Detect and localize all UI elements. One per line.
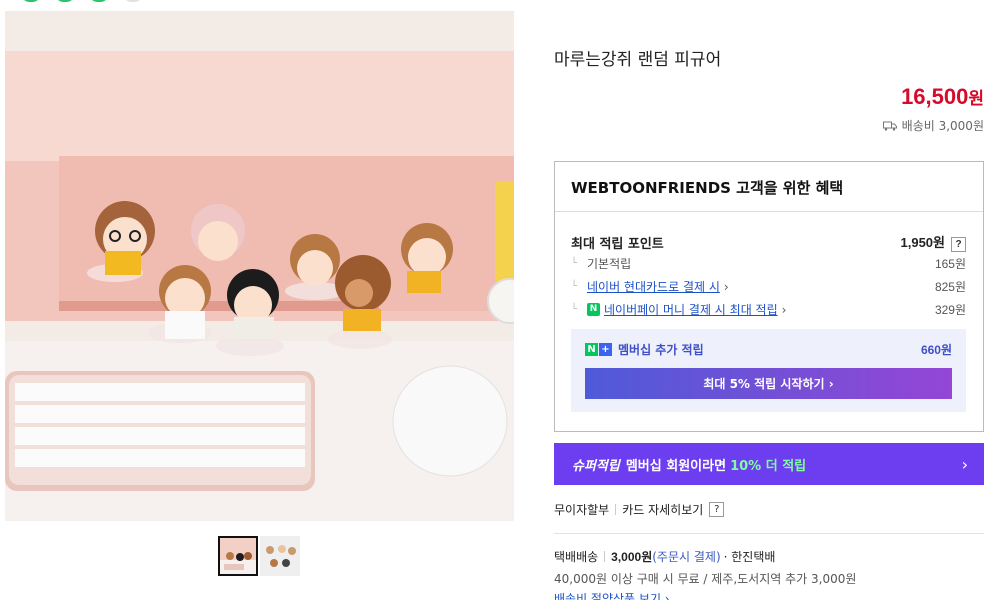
max-points-value: 1,950원 bbox=[900, 235, 946, 250]
naver-plus-icon: N + bbox=[585, 343, 612, 356]
membership-start-button[interactable]: 최대 5% 적립 시작하기 › bbox=[585, 368, 952, 399]
chevron-right-icon[interactable]: › bbox=[724, 280, 729, 294]
max-points-row: 최대 적립 포인트 1,950원? bbox=[571, 232, 966, 252]
product-title: 마루는강쥐 랜덤 피규어 bbox=[554, 50, 722, 70]
super-points-highlight: 10% 더 적립 bbox=[730, 458, 807, 474]
membership-panel: N + 멤버십 추가 적립 660원 최대 5% 적립 시작하기 › bbox=[571, 329, 966, 412]
card-points-link[interactable]: 네이버 현대카드로 결제 시 bbox=[587, 278, 720, 295]
nav-dot[interactable] bbox=[122, 0, 144, 2]
question-icon[interactable]: ? bbox=[951, 237, 966, 252]
question-icon[interactable]: ? bbox=[709, 502, 725, 517]
nav-dot[interactable] bbox=[54, 0, 76, 2]
delivery-info: 택배배송 3,000원 (주문시 결제) · 한진택배 bbox=[554, 548, 775, 565]
card-points-value: 825원 bbox=[934, 280, 966, 294]
card-points-row: └ 네이버 현대카드로 결제 시 › 825원 bbox=[571, 278, 966, 295]
price-value: 16,500 bbox=[901, 84, 969, 109]
delivery-label: 택배배송 bbox=[554, 550, 599, 564]
benefit-header: WEBTOONFRIENDS 고객을 위한 혜택 bbox=[555, 162, 983, 212]
super-points-text: 멤버십 회원이라면 bbox=[625, 458, 727, 474]
shipping-fee-text: 배송비 3,000원 bbox=[901, 119, 984, 133]
membership-value: 660원 bbox=[920, 343, 952, 357]
super-points-banner[interactable]: 슈퍼적립 멤버십 회원이라면 10% 더 적립 › bbox=[554, 443, 984, 485]
nav-dot[interactable] bbox=[20, 0, 42, 2]
card-links: 무이자할부 카드 자세히보기 ? bbox=[554, 501, 725, 518]
truck-icon bbox=[882, 121, 897, 131]
delivery-free-note: 40,000원 이상 구매 시 무료 / 제주,도서지역 추가 3,000원 bbox=[554, 572, 857, 586]
nav-dot[interactable] bbox=[88, 0, 110, 2]
basic-points-label: 기본적립 bbox=[587, 257, 632, 271]
basic-points-row: └ 기본적립 165원 bbox=[571, 255, 966, 272]
super-points-brand: 슈퍼적립 bbox=[572, 458, 620, 474]
delivery-payment-note: (주문시 결제) bbox=[652, 550, 721, 564]
divider bbox=[615, 504, 617, 515]
shipping-fee: 배송비 3,000원 bbox=[882, 117, 984, 134]
tree-branch-icon: └ bbox=[571, 304, 578, 315]
thumbnail-image bbox=[260, 536, 300, 576]
divider bbox=[604, 551, 606, 562]
max-points-value-wrap: 1,950원? bbox=[900, 232, 966, 252]
delivery-carrier: · 한진택배 bbox=[723, 550, 776, 564]
chevron-right-icon[interactable]: › bbox=[782, 303, 787, 317]
npay-points-value: 329원 bbox=[934, 303, 966, 317]
card-detail-link[interactable]: 카드 자세히보기 bbox=[622, 501, 703, 518]
tree-branch-icon: └ bbox=[571, 281, 578, 292]
max-points-label: 최대 적립 포인트 bbox=[571, 236, 664, 252]
product-photo bbox=[5, 11, 514, 521]
product-price: 16,500원 bbox=[901, 84, 984, 110]
tree-branch-icon: └ bbox=[571, 258, 578, 269]
npay-points-link[interactable]: 네이버페이 머니 결제 시 최대 적립 bbox=[604, 301, 778, 318]
thumbnail-image bbox=[220, 538, 256, 574]
benefit-box: WEBTOONFRIENDS 고객을 위한 혜택 최대 적립 포인트 1,950… bbox=[554, 161, 984, 432]
delivery-fee: 3,000원 bbox=[611, 550, 653, 564]
section-divider bbox=[554, 533, 984, 534]
npay-points-row: └ N 네이버페이 머니 결제 시 최대 적립 › 329원 bbox=[571, 301, 966, 318]
membership-label: 멤버십 추가 적립 bbox=[618, 343, 704, 357]
product-main-image[interactable] bbox=[5, 11, 514, 521]
npay-icon: N bbox=[587, 303, 600, 316]
thumbnail-1[interactable] bbox=[218, 536, 258, 576]
basic-points-value: 165원 bbox=[934, 257, 966, 271]
bundle-products-link[interactable]: 배송비 절약상품 보기 › bbox=[554, 590, 670, 600]
price-unit: 원 bbox=[968, 89, 984, 108]
chevron-right-icon[interactable]: › bbox=[962, 455, 968, 474]
installment-link[interactable]: 무이자할부 bbox=[554, 501, 609, 518]
thumbnail-2[interactable] bbox=[260, 536, 300, 576]
